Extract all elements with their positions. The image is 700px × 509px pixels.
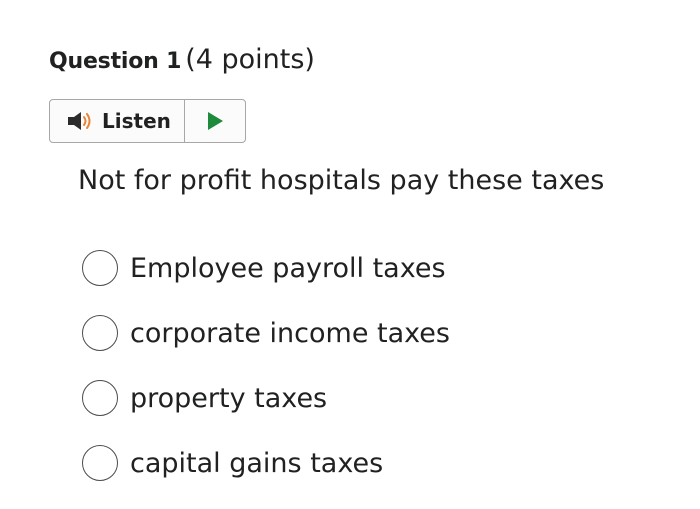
question-text: Not for profit hospitals pay these taxes <box>78 165 605 196</box>
answer-option[interactable]: corporate income taxes <box>82 313 450 353</box>
answer-options: Employee payroll taxes corporate income … <box>82 248 450 508</box>
listen-button[interactable]: Listen <box>50 100 185 142</box>
radio-button[interactable] <box>82 445 118 481</box>
question-points: (4 points) <box>185 44 315 75</box>
answer-option-label[interactable]: corporate income taxes <box>130 318 450 349</box>
radio-button[interactable] <box>82 380 118 416</box>
radio-button[interactable] <box>82 250 118 286</box>
radio-button[interactable] <box>82 315 118 351</box>
answer-option[interactable]: capital gains taxes <box>82 443 450 483</box>
play-icon <box>206 111 224 131</box>
answer-option[interactable]: property taxes <box>82 378 450 418</box>
question-header: Question 1 (4 points) <box>49 44 315 75</box>
listen-widget: Listen <box>49 99 246 143</box>
answer-option[interactable]: Employee payroll taxes <box>82 248 450 288</box>
listen-label: Listen <box>102 109 171 133</box>
answer-option-label[interactable]: Employee payroll taxes <box>130 253 446 284</box>
answer-option-label[interactable]: property taxes <box>130 383 327 414</box>
play-button[interactable] <box>185 100 245 142</box>
question-label: Question 1 <box>49 49 182 74</box>
speaker-icon <box>66 109 96 133</box>
answer-option-label[interactable]: capital gains taxes <box>130 448 383 479</box>
